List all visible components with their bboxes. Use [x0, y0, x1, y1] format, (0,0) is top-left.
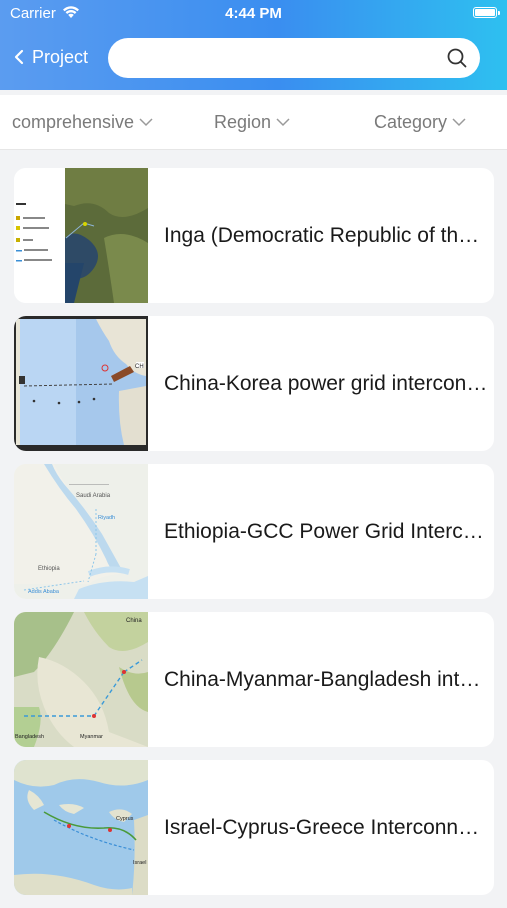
project-thumbnail: CH	[14, 316, 148, 451]
project-title: Ethiopia-GCC Power Grid Interconnection	[164, 519, 488, 543]
status-bar: Carrier 4:44 PM	[0, 0, 507, 28]
filter-label: Category	[374, 111, 448, 132]
chevron-left-icon	[14, 49, 24, 65]
project-title: China-Korea power grid interconnection	[164, 371, 488, 395]
battery-icon	[473, 7, 500, 18]
filter-region[interactable]: Region	[214, 95, 290, 149]
map-label: Addis Ababa	[28, 589, 60, 595]
chevron-down-icon	[452, 117, 466, 126]
chevron-down-icon	[276, 117, 290, 126]
map-label: China	[126, 618, 142, 624]
project-card[interactable]: China Myanmar Bangladesh China-Myanmar-B…	[14, 612, 494, 747]
map-label: Saudi Arabia	[76, 493, 111, 499]
map-label: Ethiopia	[38, 566, 60, 572]
project-thumbnail: Cyprus Israel	[14, 760, 148, 895]
back-button[interactable]: Project	[14, 44, 88, 70]
project-card[interactable]: Cyprus Israel Israel-Cyprus-Greece Inter…	[14, 760, 494, 895]
filter-category[interactable]: Category	[374, 95, 466, 149]
project-thumbnail	[14, 168, 148, 303]
project-card[interactable]: Inga (Democratic Republic of the Congo)	[14, 168, 494, 303]
back-label: Project	[32, 46, 89, 67]
project-card[interactable]: Saudi Arabia Riyadh Ethiopia Addis Ababa…	[14, 464, 494, 599]
project-thumbnail: China Myanmar Bangladesh	[14, 612, 148, 747]
filter-bar: comprehensive Region Category	[0, 95, 507, 150]
map-label: Israel	[133, 860, 146, 866]
map-label: Riyadh	[98, 515, 115, 521]
chevron-down-icon	[139, 117, 153, 126]
project-list: Inga (Democratic Republic of the Congo) …	[14, 168, 494, 908]
map-label: Cyprus	[116, 816, 134, 822]
map-label: Myanmar	[80, 734, 103, 740]
project-title: Israel-Cyprus-Greece Interconnection	[164, 815, 488, 839]
filter-label: Region	[214, 111, 272, 132]
nav-header: Carrier 4:44 PM Project	[0, 0, 507, 90]
project-title: Inga (Democratic Republic of the Congo)	[164, 223, 488, 247]
project-card[interactable]: CH China-Korea power grid interconnectio…	[14, 316, 494, 451]
map-label: CH	[135, 364, 144, 370]
search-bar[interactable]	[108, 38, 480, 80]
search-input[interactable]	[126, 38, 440, 80]
clock: 4:44 PM	[225, 5, 282, 22]
project-thumbnail: Saudi Arabia Riyadh Ethiopia Addis Ababa	[14, 464, 148, 599]
project-title: China-Myanmar-Bangladesh interconnection	[164, 667, 488, 691]
map-label: Bangladesh	[15, 734, 44, 740]
filter-label: comprehensive	[12, 111, 135, 132]
filter-comprehensive[interactable]: comprehensive	[12, 95, 153, 149]
search-icon[interactable]	[447, 48, 467, 73]
